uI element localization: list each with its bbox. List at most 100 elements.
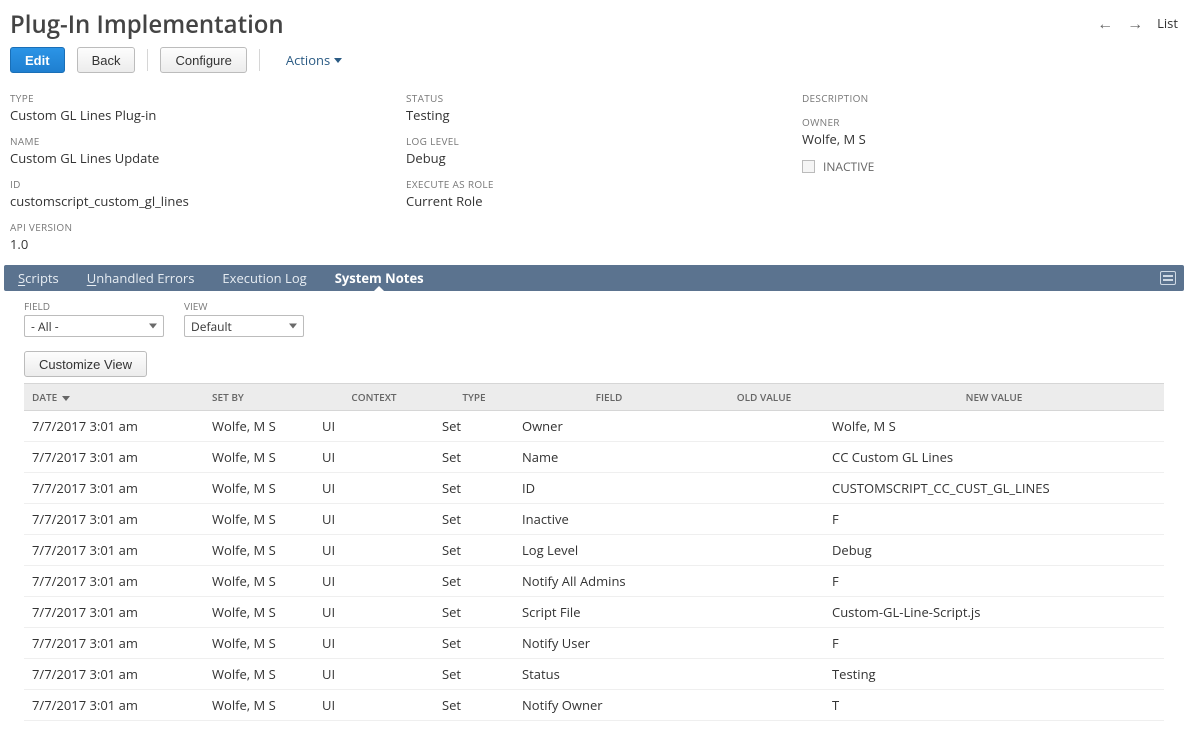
caret-down-icon bbox=[149, 324, 157, 329]
cell-type: Set bbox=[434, 659, 514, 690]
system-notes-table: DATE SET BY CONTEXT TYPE FIELD OLD VALUE… bbox=[24, 383, 1164, 721]
cell-new: F bbox=[824, 504, 1164, 535]
col-new-value[interactable]: NEW VALUE bbox=[824, 384, 1164, 411]
field-label: STATUS bbox=[406, 91, 782, 105]
back-button[interactable]: Back bbox=[77, 47, 136, 73]
filter-field: FIELD - All - bbox=[24, 299, 164, 337]
col-context[interactable]: CONTEXT bbox=[314, 384, 434, 411]
cell-date: 7/7/2017 3:01 am bbox=[24, 411, 204, 442]
col-set-by[interactable]: SET BY bbox=[204, 384, 314, 411]
edit-button[interactable]: Edit bbox=[10, 47, 65, 73]
cell-context: UI bbox=[314, 690, 434, 721]
cell-field: Owner bbox=[514, 411, 704, 442]
actions-dropdown[interactable]: Actions bbox=[286, 51, 342, 69]
customize-view-button[interactable]: Customize View bbox=[24, 351, 147, 377]
field-label: EXECUTE AS ROLE bbox=[406, 177, 782, 191]
cell-field: Notify User bbox=[514, 628, 704, 659]
table-row[interactable]: 7/7/2017 3:01 amWolfe, M SUISetStatusTes… bbox=[24, 659, 1164, 690]
field-value: Debug bbox=[406, 149, 782, 167]
cell-new: Wolfe, M S bbox=[824, 411, 1164, 442]
cell-old bbox=[704, 504, 824, 535]
field-value: 1.0 bbox=[10, 235, 386, 253]
field-label: DESCRIPTION bbox=[802, 91, 1178, 105]
field-select-value: - All - bbox=[31, 318, 59, 335]
cell-context: UI bbox=[314, 411, 434, 442]
cell-field: Notify Owner bbox=[514, 690, 704, 721]
field-value: customscript_custom_gl_lines bbox=[10, 192, 386, 210]
field-value: Current Role bbox=[406, 192, 782, 210]
cell-field: Notify All Admins bbox=[514, 566, 704, 597]
cell-old bbox=[704, 411, 824, 442]
cell-new: F bbox=[824, 628, 1164, 659]
view-select-value: Default bbox=[191, 318, 232, 335]
caret-down-icon bbox=[289, 324, 297, 329]
field-value: Testing bbox=[406, 106, 782, 124]
table-row[interactable]: 7/7/2017 3:01 amWolfe, M SUISetNotify Al… bbox=[24, 566, 1164, 597]
view-select[interactable]: Default bbox=[184, 315, 304, 337]
filter-view: VIEW Default bbox=[184, 299, 304, 337]
toolbar-separator bbox=[147, 49, 148, 71]
tab-system-notes[interactable]: System Notes bbox=[321, 265, 438, 291]
cell-new: CC Custom GL Lines bbox=[824, 442, 1164, 473]
cell-old bbox=[704, 473, 824, 504]
cell-type: Set bbox=[434, 411, 514, 442]
cell-context: UI bbox=[314, 659, 434, 690]
table-row[interactable]: 7/7/2017 3:01 amWolfe, M SUISetNotify Ow… bbox=[24, 690, 1164, 721]
inactive-checkbox[interactable] bbox=[802, 160, 815, 173]
field-select[interactable]: - All - bbox=[24, 315, 164, 337]
tab-unhandled-errors[interactable]: Unhandled Errors bbox=[73, 265, 209, 291]
cell-type: Set bbox=[434, 473, 514, 504]
list-link[interactable]: List bbox=[1157, 14, 1178, 32]
cell-set_by: Wolfe, M S bbox=[204, 504, 314, 535]
cell-field: Name bbox=[514, 442, 704, 473]
table-row[interactable]: 7/7/2017 3:01 amWolfe, M SUISetInactiveF bbox=[24, 504, 1164, 535]
table-row[interactable]: 7/7/2017 3:01 amWolfe, M SUISetLog Level… bbox=[24, 535, 1164, 566]
cell-old bbox=[704, 535, 824, 566]
cell-set_by: Wolfe, M S bbox=[204, 411, 314, 442]
cell-date: 7/7/2017 3:01 am bbox=[24, 473, 204, 504]
configure-button[interactable]: Configure bbox=[160, 47, 246, 73]
tab-scripts[interactable]: Scripts bbox=[4, 265, 73, 291]
actions-label: Actions bbox=[286, 51, 330, 69]
owner-link[interactable]: Wolfe, M S bbox=[802, 130, 1178, 148]
col-date[interactable]: DATE bbox=[24, 384, 204, 411]
table-row[interactable]: 7/7/2017 3:01 amWolfe, M SUISetNotify Us… bbox=[24, 628, 1164, 659]
table-row[interactable]: 7/7/2017 3:01 amWolfe, M SUISetScript Fi… bbox=[24, 597, 1164, 628]
detail-field: EXECUTE AS ROLECurrent Role bbox=[406, 177, 782, 210]
cell-type: Set bbox=[434, 690, 514, 721]
cell-field: Script File bbox=[514, 597, 704, 628]
cell-old bbox=[704, 597, 824, 628]
table-row[interactable]: 7/7/2017 3:01 amWolfe, M SUISetNameCC Cu… bbox=[24, 442, 1164, 473]
col-type[interactable]: TYPE bbox=[434, 384, 514, 411]
field-description: DESCRIPTION bbox=[802, 91, 1178, 105]
cell-old bbox=[704, 690, 824, 721]
filter-label: VIEW bbox=[184, 299, 304, 313]
cell-date: 7/7/2017 3:01 am bbox=[24, 442, 204, 473]
tab-execution-log[interactable]: Execution Log bbox=[208, 265, 320, 291]
cell-new: Custom-GL-Line-Script.js bbox=[824, 597, 1164, 628]
cell-set_by: Wolfe, M S bbox=[204, 628, 314, 659]
cell-date: 7/7/2017 3:01 am bbox=[24, 597, 204, 628]
cell-date: 7/7/2017 3:01 am bbox=[24, 504, 204, 535]
col-old-value[interactable]: OLD VALUE bbox=[704, 384, 824, 411]
cell-date: 7/7/2017 3:01 am bbox=[24, 659, 204, 690]
nav-forward-icon[interactable]: → bbox=[1127, 15, 1143, 31]
nav-back-icon[interactable]: ← bbox=[1097, 15, 1113, 31]
cell-date: 7/7/2017 3:01 am bbox=[24, 690, 204, 721]
detail-field: NAMECustom GL Lines Update bbox=[10, 134, 386, 167]
cell-set_by: Wolfe, M S bbox=[204, 535, 314, 566]
cell-new: F bbox=[824, 566, 1164, 597]
table-row[interactable]: 7/7/2017 3:01 amWolfe, M SUISetIDCUSTOMS… bbox=[24, 473, 1164, 504]
subtab-menu-icon[interactable] bbox=[1160, 271, 1176, 285]
col-field[interactable]: FIELD bbox=[514, 384, 704, 411]
page-title: Plug-In Implementation bbox=[10, 8, 284, 41]
toolbar-separator bbox=[259, 49, 260, 71]
field-value: Custom GL Lines Plug-in bbox=[10, 106, 386, 124]
cell-new: Testing bbox=[824, 659, 1164, 690]
cell-set_by: Wolfe, M S bbox=[204, 690, 314, 721]
table-row[interactable]: 7/7/2017 3:01 amWolfe, M SUISetOwnerWolf… bbox=[24, 411, 1164, 442]
detail-field: STATUSTesting bbox=[406, 91, 782, 124]
field-inactive: INACTIVE bbox=[802, 158, 1178, 175]
filter-label: FIELD bbox=[24, 299, 164, 313]
cell-old bbox=[704, 628, 824, 659]
